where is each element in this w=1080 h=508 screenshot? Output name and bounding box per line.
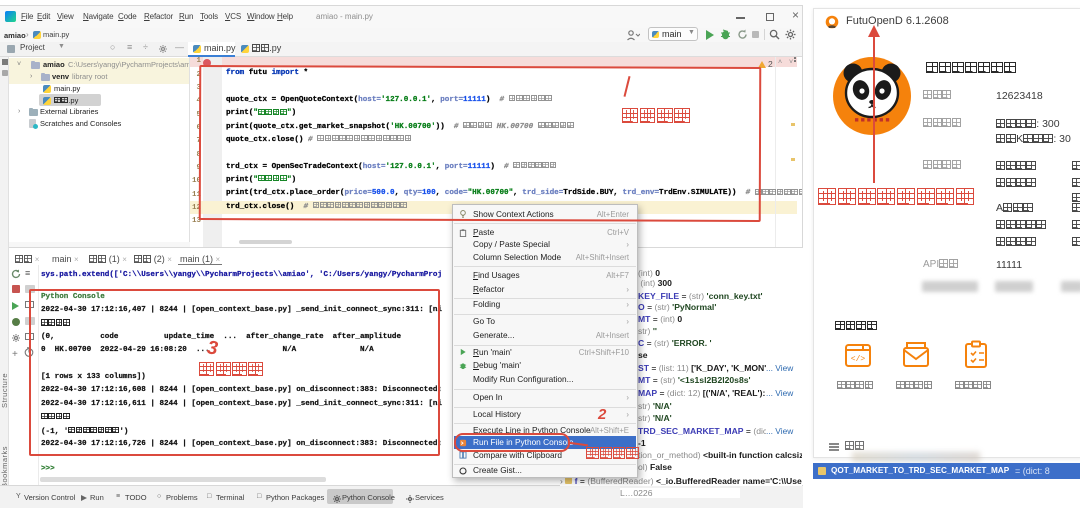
svg-text:</>: </>: [851, 355, 866, 364]
